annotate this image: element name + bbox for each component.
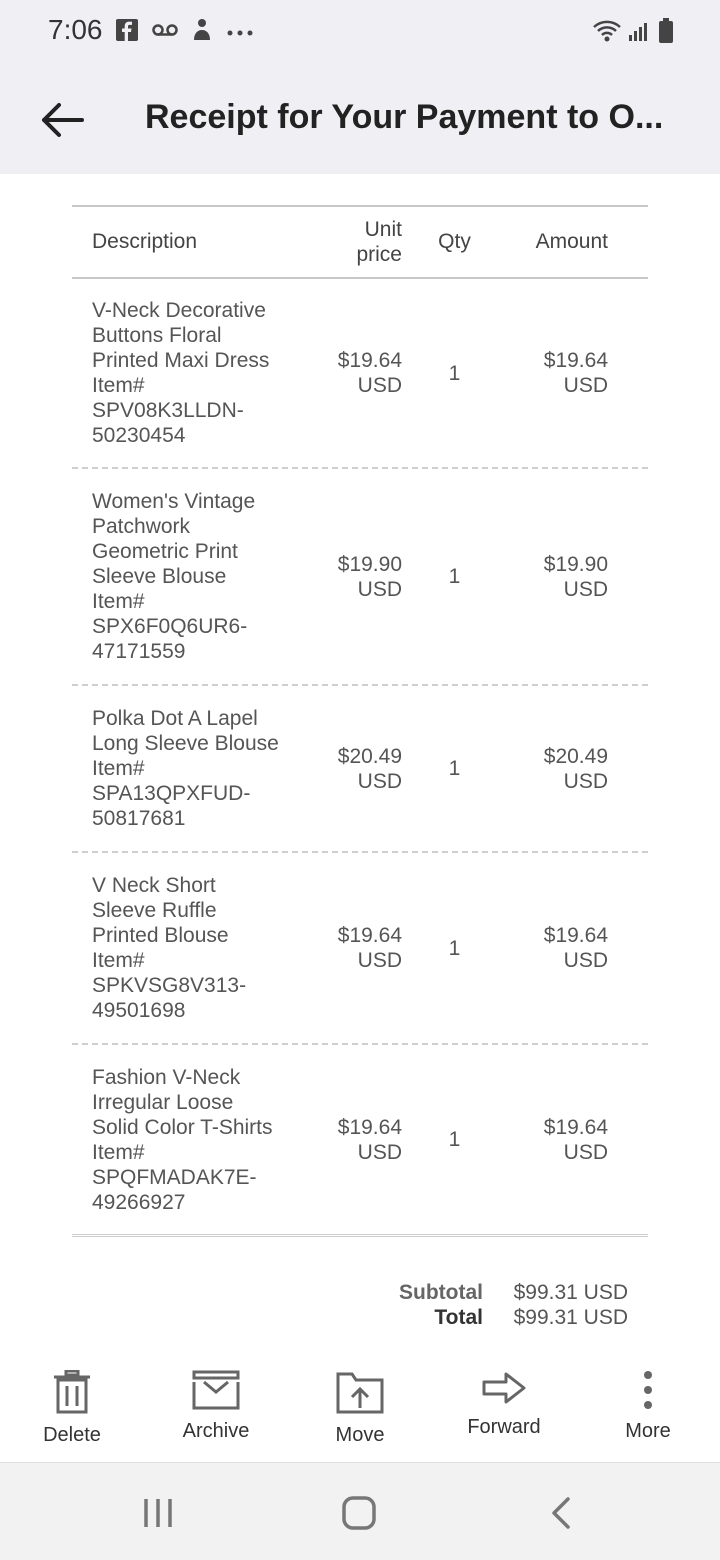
item-qty: 1 [448,757,461,780]
table-row: V-Neck Decorative Buttons Floral Printed M… [72,279,648,469]
table-body: V-Neck Decorative Buttons Floral Printed M… [72,279,648,1237]
item-unit-price: $19.64 USD [337,349,402,397]
table-row: Women's Vintage Patchwork Geometric Print S… [72,469,648,686]
back-button[interactable] [34,92,90,148]
item-amount: $19.90 USD [543,552,608,601]
subtotal-row: Subtotal $99.31 USD [72,1280,628,1305]
item-description: Fashion V-Neck Irregular Loose Solid Color… [92,1065,273,1214]
move-button[interactable]: Move [288,1360,432,1462]
header-unit-price: Unit price [356,218,402,266]
item-description: V-Neck Decorative Buttons Floral Printed M… [92,299,270,447]
move-label: Move [335,1424,385,1446]
signal-icon [628,19,652,48]
table-row: V Neck Short Sleeve Ruffle Printed Blouse I… [72,853,648,1045]
person-icon [192,18,212,47]
header-amount: Amount [535,230,608,253]
forward-arrow-icon [482,1372,526,1404]
more-vertical-icon [644,1371,652,1409]
item-unit-price: $19.64 USD [337,1115,402,1164]
more-button[interactable]: More [576,1360,720,1462]
item-amount: $19.64 USD [543,924,608,972]
battery-icon [658,18,674,49]
app-header: Receipt for Your Payment to O... [0,64,720,174]
page-title: Receipt for Your Payment to O... [145,98,664,136]
item-unit-price: $20.49 USD [337,744,402,793]
trash-icon [54,1370,90,1414]
item-qty: 1 [448,1128,461,1151]
subtotal-value: $99.31 USD [513,1281,628,1304]
folder-move-icon [336,1372,384,1414]
recent-apps-icon [144,1499,172,1527]
item-unit-price: $19.90 USD [337,552,402,601]
arrow-left-icon [42,103,84,137]
table-header: Description Unit price Qty Amount [72,207,648,279]
item-qty: 1 [448,565,461,588]
table-row: Polka Dot A Lapel Long Sleeve Blouse Item#… [72,686,648,853]
item-description: V Neck Short Sleeve Ruffle Printed Blouse I… [92,874,247,1022]
archive-icon [192,1370,240,1410]
receipt-table: Description Unit price Qty Amount V-Neck… [72,205,648,1237]
voicemail-icon [152,23,178,42]
total-value: $99.31 USD [513,1306,628,1329]
status-bar: 7:06 [0,0,720,64]
header-description: Description [92,230,198,253]
item-amount: $20.49 USD [543,744,608,793]
facebook-icon [116,19,138,46]
recent-apps-button[interactable] [128,1493,188,1533]
item-qty: 1 [448,936,461,960]
item-amount: $19.64 USD [543,349,608,397]
more-dots-icon [226,24,254,42]
action-bar: Delete Archive Move Forward More [0,1360,720,1462]
archive-label: Archive [182,1420,250,1442]
item-unit-price: $19.64 USD [337,924,402,972]
home-icon [342,1496,376,1530]
status-time: 7:06 [48,14,103,45]
table-row: Fashion V-Neck Irregular Loose Solid Color… [72,1045,648,1237]
item-qty: 1 [448,361,461,385]
subtotal-label: Subtotal [399,1281,483,1304]
item-description: Women's Vintage Patchwork Geometric Print S… [92,490,256,663]
item-description: Polka Dot A Lapel Long Sleeve Blouse Item#… [92,707,279,830]
home-button[interactable] [329,1493,389,1533]
totals: Subtotal $99.31 USD Total $99.31 USD [72,1280,628,1330]
total-row: Total $99.31 USD [72,1305,628,1330]
chevron-left-icon [552,1497,570,1529]
delete-label: Delete [43,1424,101,1446]
header-qty: Qty [438,230,471,253]
more-label: More [625,1420,671,1442]
total-label: Total [434,1306,483,1329]
delete-button[interactable]: Delete [0,1360,144,1462]
item-amount: $19.64 USD [543,1115,608,1164]
archive-button[interactable]: Archive [144,1360,288,1462]
forward-button[interactable]: Forward [432,1360,576,1462]
forward-label: Forward [467,1416,541,1438]
system-nav-bar [0,1462,720,1560]
system-back-button[interactable] [531,1493,591,1533]
wifi-icon [592,19,622,48]
